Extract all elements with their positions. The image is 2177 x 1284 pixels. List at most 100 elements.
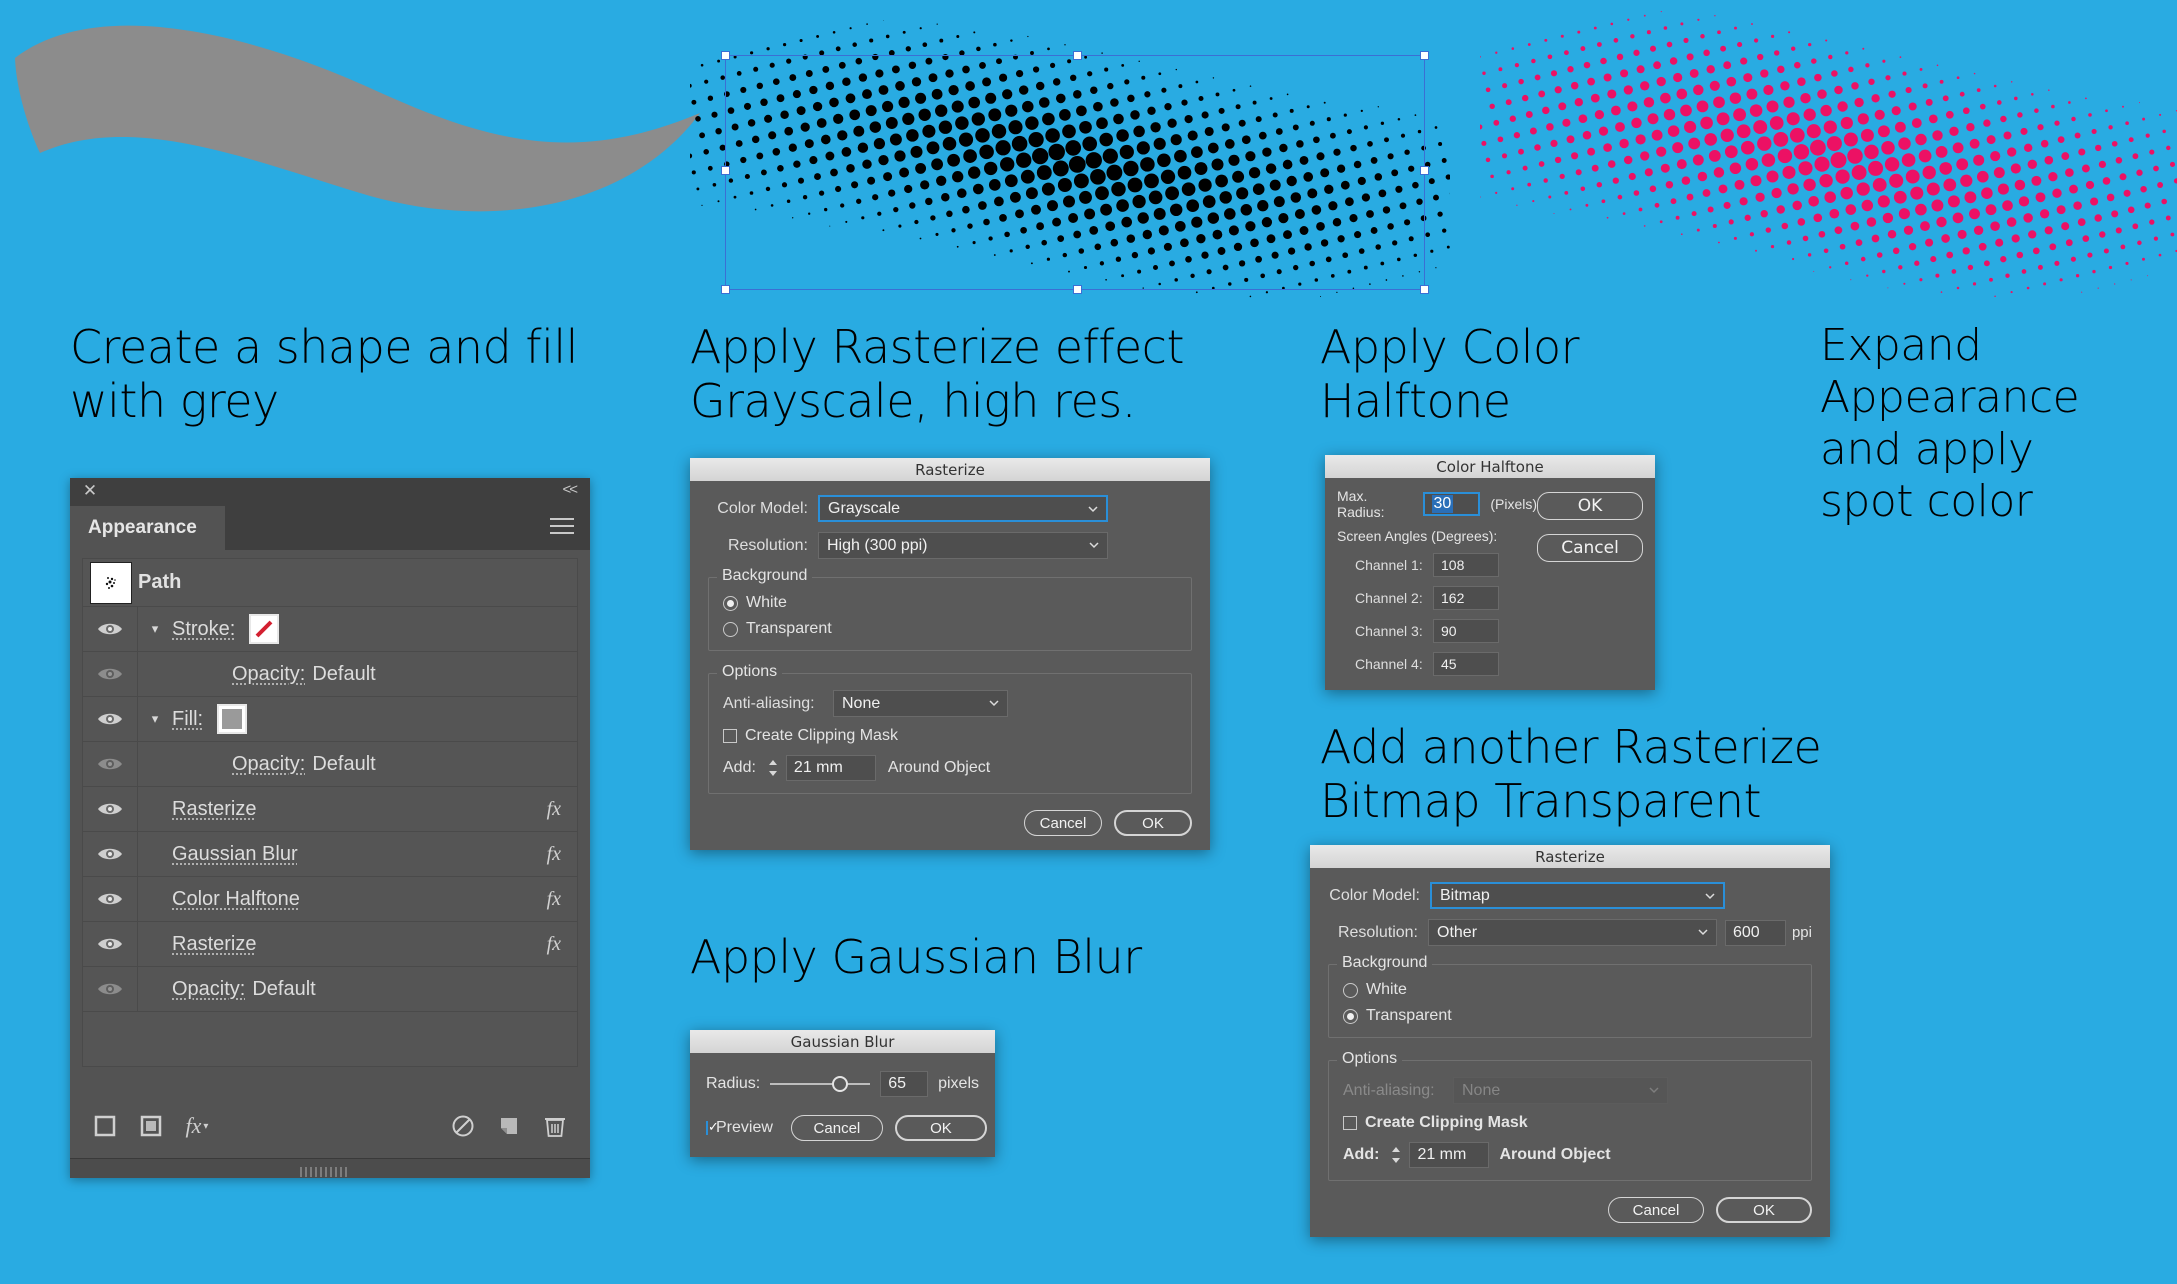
selection-handle[interactable] bbox=[1420, 166, 1429, 175]
selection-handle[interactable] bbox=[1420, 285, 1429, 294]
create-clipping-mask-checkbox[interactable]: Create Clipping Mask bbox=[723, 727, 1177, 745]
radio-background-transparent[interactable]: Transparent bbox=[723, 620, 1177, 638]
stepper-icon[interactable] bbox=[764, 756, 782, 780]
channel-4-input[interactable]: 45 bbox=[1433, 652, 1499, 676]
selection-handle[interactable] bbox=[721, 166, 730, 175]
collapse-panel-icon[interactable]: << bbox=[562, 481, 576, 498]
fill-swatch[interactable] bbox=[217, 704, 247, 734]
color-halftone-effect-label[interactable]: Color Halftone bbox=[172, 888, 300, 911]
antialiasing-select[interactable]: None bbox=[833, 690, 1008, 717]
max-radius-input[interactable]: 30 bbox=[1423, 492, 1481, 516]
appearance-row-color-halftone[interactable]: Color Halftone fx bbox=[83, 877, 577, 922]
appearance-row-object-opacity[interactable]: Opacity: Default bbox=[83, 967, 577, 1012]
fx-icon[interactable]: fx bbox=[547, 933, 561, 956]
object-opacity-label[interactable]: Opacity: bbox=[172, 978, 245, 1001]
channel-1-input[interactable]: 108 bbox=[1433, 553, 1499, 577]
appearance-row-fill[interactable]: ▾ Fill: bbox=[83, 697, 577, 742]
color-model-select[interactable]: Bitmap bbox=[1430, 882, 1725, 909]
panel-resize-footer[interactable] bbox=[70, 1158, 590, 1178]
rasterize-effect-label-1[interactable]: Rasterize bbox=[172, 798, 256, 821]
cancel-button[interactable]: Cancel bbox=[1608, 1197, 1704, 1223]
checkbox-icon bbox=[1343, 1116, 1357, 1130]
selection-handle[interactable] bbox=[721, 285, 730, 294]
selection-handle[interactable] bbox=[1420, 51, 1429, 60]
stroke-label[interactable]: Stroke: bbox=[172, 618, 235, 641]
selection-bounding-box[interactable] bbox=[725, 55, 1425, 290]
resolution-select[interactable]: High (300 ppi) bbox=[818, 532, 1108, 559]
stepper-icon[interactable] bbox=[1387, 1143, 1405, 1167]
ok-button[interactable]: OK bbox=[1537, 492, 1643, 520]
visibility-eye-icon[interactable] bbox=[83, 787, 138, 831]
stroke-swatch[interactable] bbox=[249, 614, 279, 644]
visibility-eye-icon[interactable] bbox=[83, 652, 138, 696]
channel-2-input[interactable]: 162 bbox=[1433, 586, 1499, 610]
rasterize-dialog-bitmap[interactable]: Rasterize Color Model: Bitmap Resolution… bbox=[1310, 845, 1830, 1237]
fill-opacity-label[interactable]: Opacity: bbox=[232, 753, 305, 776]
visibility-eye-icon[interactable] bbox=[83, 697, 138, 741]
spot-color-halftone-artwork[interactable] bbox=[1480, 10, 2177, 300]
appearance-row-rasterize-1[interactable]: Rasterize fx bbox=[83, 787, 577, 832]
visibility-eye-icon[interactable] bbox=[83, 742, 138, 786]
appearance-row-rasterize-2[interactable]: Rasterize fx bbox=[83, 922, 577, 967]
ppi-input[interactable]: 600 bbox=[1725, 920, 1786, 946]
stroke-opacity-label[interactable]: Opacity: bbox=[232, 663, 305, 686]
fill-label[interactable]: Fill: bbox=[172, 708, 203, 731]
radius-input[interactable]: 65 bbox=[880, 1071, 928, 1097]
preview-checkbox[interactable] bbox=[706, 1121, 708, 1135]
create-clipping-mask-checkbox[interactable]: Create Clipping Mask bbox=[1343, 1114, 1797, 1132]
gaussian-blur-dialog[interactable]: Gaussian Blur Radius: 65 pixels Preview … bbox=[690, 1030, 995, 1157]
add-amount-input[interactable]: 21 mm bbox=[786, 755, 876, 781]
resolution-select[interactable]: Other bbox=[1428, 919, 1717, 946]
duplicate-item-icon[interactable] bbox=[486, 1114, 532, 1138]
add-new-fill-icon[interactable] bbox=[128, 1115, 174, 1137]
visibility-eye-icon[interactable] bbox=[83, 877, 138, 921]
cancel-button[interactable]: Cancel bbox=[1537, 534, 1643, 562]
selection-handle[interactable] bbox=[721, 51, 730, 60]
step-2-heading: Apply Rasterize effect Grayscale, high r… bbox=[690, 320, 1230, 429]
resize-grip-icon[interactable] bbox=[300, 1164, 360, 1174]
gaussian-blur-effect-label[interactable]: Gaussian Blur bbox=[172, 843, 298, 866]
chevron-down-icon[interactable]: ▾ bbox=[138, 621, 172, 637]
step-5-heading: Apply Gaussian Blur bbox=[690, 930, 1210, 984]
appearance-row-gaussian-blur[interactable]: Gaussian Blur fx bbox=[83, 832, 577, 877]
radio-background-white[interactable]: White bbox=[723, 594, 1177, 612]
fx-icon[interactable]: fx bbox=[547, 843, 561, 866]
appearance-row-stroke-opacity[interactable]: Opacity: Default bbox=[83, 652, 577, 697]
selection-handle[interactable] bbox=[1073, 51, 1082, 60]
visibility-eye-icon[interactable] bbox=[83, 832, 138, 876]
add-amount-input[interactable]: 21 mm bbox=[1409, 1142, 1489, 1168]
grey-wave-shape[interactable] bbox=[10, 18, 710, 238]
channel-3-input[interactable]: 90 bbox=[1433, 619, 1499, 643]
appearance-target-row[interactable]: Path bbox=[83, 559, 577, 607]
delete-item-icon[interactable] bbox=[532, 1114, 578, 1138]
panel-menu-icon[interactable] bbox=[550, 518, 574, 536]
clear-appearance-icon[interactable] bbox=[440, 1114, 486, 1138]
tab-appearance[interactable]: Appearance bbox=[70, 506, 225, 550]
ok-button[interactable]: OK bbox=[895, 1115, 987, 1141]
rasterize-dialog-grayscale[interactable]: Rasterize Color Model: Grayscale Resolut… bbox=[690, 458, 1210, 850]
radius-slider[interactable] bbox=[770, 1083, 870, 1085]
rasterize-effect-label-2[interactable]: Rasterize bbox=[172, 933, 256, 956]
ok-button[interactable]: OK bbox=[1114, 810, 1192, 836]
slider-knob[interactable] bbox=[832, 1076, 848, 1092]
visibility-eye-icon[interactable] bbox=[83, 967, 138, 1011]
cancel-button[interactable]: Cancel bbox=[791, 1115, 883, 1141]
visibility-eye-icon[interactable] bbox=[83, 607, 138, 651]
add-new-stroke-icon[interactable] bbox=[82, 1115, 128, 1137]
chevron-down-icon[interactable]: ▾ bbox=[138, 711, 172, 727]
fx-icon[interactable]: fx bbox=[547, 888, 561, 911]
close-icon[interactable]: ✕ bbox=[82, 483, 98, 499]
cancel-button[interactable]: Cancel bbox=[1024, 810, 1102, 836]
selection-handle[interactable] bbox=[1073, 285, 1082, 294]
ok-button[interactable]: OK bbox=[1716, 1197, 1812, 1223]
visibility-eye-icon[interactable] bbox=[83, 922, 138, 966]
fx-icon[interactable]: fx bbox=[547, 798, 561, 821]
appearance-panel[interactable]: ✕ << Appearance Path bbox=[70, 478, 590, 1178]
appearance-row-stroke[interactable]: ▾ Stroke: bbox=[83, 607, 577, 652]
add-new-effect-icon[interactable]: fx ▾ bbox=[174, 1113, 220, 1139]
radio-background-transparent[interactable]: Transparent bbox=[1343, 1007, 1797, 1025]
color-halftone-dialog[interactable]: Color Halftone Max. Radius: 30 (Pixels) … bbox=[1325, 455, 1655, 690]
color-model-select[interactable]: Grayscale bbox=[818, 495, 1108, 522]
radio-background-white[interactable]: White bbox=[1343, 981, 1797, 999]
appearance-row-fill-opacity[interactable]: Opacity: Default bbox=[83, 742, 577, 787]
